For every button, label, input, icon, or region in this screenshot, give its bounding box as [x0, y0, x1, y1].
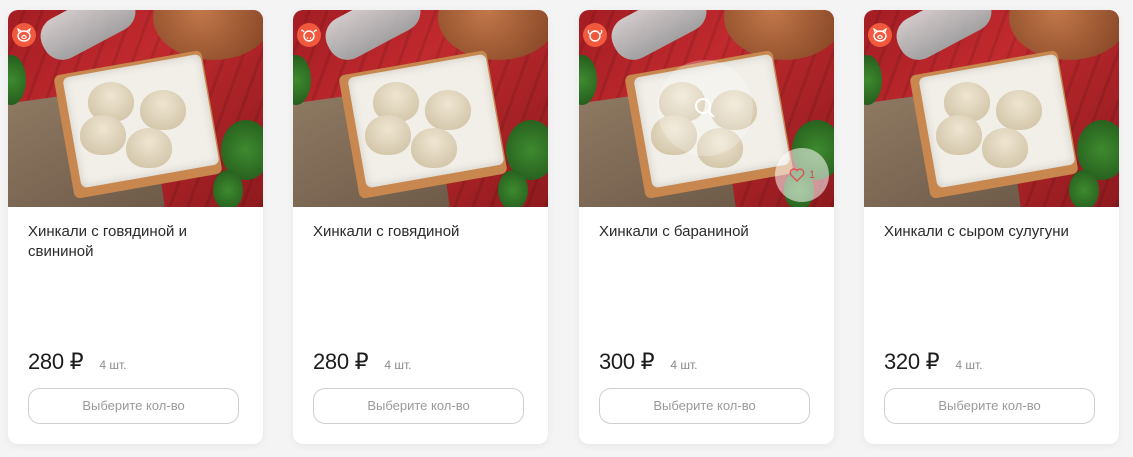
cow-icon [297, 23, 321, 47]
favorite-button[interactable]: 1 [775, 148, 829, 202]
product-photo[interactable] [864, 10, 1119, 207]
product-photo[interactable] [293, 10, 548, 207]
product-card[interactable]: 1 Хинкали с бараниной 300 ₽ 4 шт. Выбери… [579, 10, 834, 444]
favorites-count: 1 [808, 169, 816, 181]
product-title[interactable]: Хинкали с бараниной [599, 222, 819, 242]
price-row: 280 ₽ 4 шт. [28, 349, 126, 375]
product-grid: Хинкали с говядиной и свининой 280 ₽ 4 ш… [8, 10, 1128, 447]
photo-dumpling [140, 90, 186, 130]
price-row: 320 ₽ 4 шт. [884, 349, 982, 375]
photo-dumpling [80, 115, 126, 155]
product-quantity: 4 шт. [670, 358, 698, 372]
product-photo[interactable] [8, 10, 263, 207]
product-price: 320 ₽ [884, 349, 940, 374]
zoom-overlay[interactable] [657, 60, 753, 156]
product-quantity: 4 шт. [955, 358, 983, 372]
photo-dumpling [982, 128, 1028, 168]
select-quantity-button[interactable]: Выберите кол-во [884, 388, 1095, 424]
product-title[interactable]: Хинкали с говядиной и свининой [28, 222, 248, 262]
product-card[interactable]: Хинкали с сыром сулугуни 320 ₽ 4 шт. Выб… [864, 10, 1119, 444]
product-card[interactable]: Хинкали с говядиной и свининой 280 ₽ 4 ш… [8, 10, 263, 444]
product-price: 300 ₽ [599, 349, 655, 374]
photo-herb [1069, 170, 1099, 207]
select-quantity-button[interactable]: Выберите кол-во [28, 388, 239, 424]
photo-dumpling [425, 90, 471, 130]
product-title[interactable]: Хинкали с сыром сулугуни [884, 222, 1104, 242]
heart-icon [789, 168, 805, 182]
product-photo[interactable]: 1 [579, 10, 834, 207]
price-row: 300 ₽ 4 шт. [599, 349, 697, 375]
photo-dumpling [936, 115, 982, 155]
photo-dumpling [126, 128, 172, 168]
sheep-icon [583, 23, 607, 47]
product-quantity: 4 шт. [99, 358, 127, 372]
price-row: 280 ₽ 4 шт. [313, 349, 411, 375]
photo-dumpling [411, 128, 457, 168]
zoom-icon [695, 98, 715, 118]
select-quantity-button[interactable]: Выберите кол-во [313, 388, 524, 424]
select-quantity-button[interactable]: Выберите кол-во [599, 388, 810, 424]
pig-icon [12, 23, 36, 47]
product-card[interactable]: Хинкали с говядиной 280 ₽ 4 шт. Выберите… [293, 10, 548, 444]
photo-dumpling [365, 115, 411, 155]
pig-icon [868, 23, 892, 47]
photo-herb [213, 170, 243, 207]
photo-dumpling [996, 90, 1042, 130]
product-price: 280 ₽ [28, 349, 84, 374]
product-price: 280 ₽ [313, 349, 369, 374]
product-quantity: 4 шт. [384, 358, 412, 372]
photo-herb [498, 170, 528, 207]
product-title[interactable]: Хинкали с говядиной [313, 222, 533, 242]
